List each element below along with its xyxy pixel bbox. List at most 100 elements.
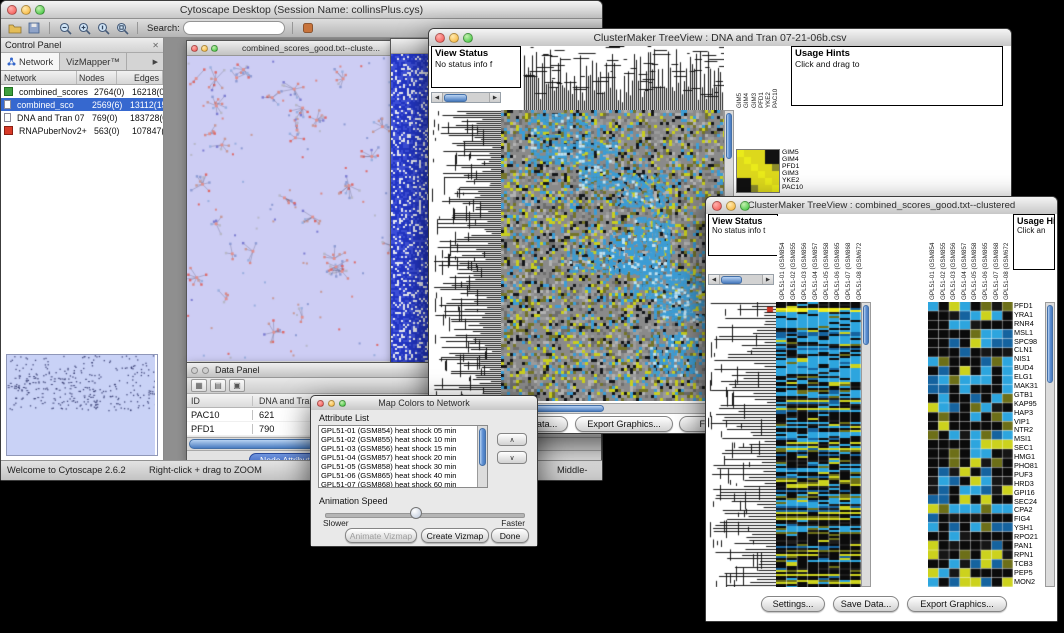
close-icon[interactable]	[317, 400, 324, 407]
heatmap-canvas[interactable]	[776, 302, 861, 587]
save-icon[interactable]	[26, 21, 42, 36]
tab-vizmapper[interactable]: VizMapper™	[60, 53, 127, 70]
attribute-item[interactable]: GPL51-05 (GSM858) heat shock 30 min	[319, 462, 487, 471]
move-up-button[interactable]: ∧	[497, 433, 527, 446]
attribute-list[interactable]: GPL51-01 (GSM854) heat shock 05 minGPL51…	[318, 425, 488, 488]
minimize-icon[interactable]	[21, 5, 31, 15]
zoom-scrollbar[interactable]: ◀ ▶	[431, 92, 501, 103]
search-label: Search:	[147, 23, 180, 34]
attribute-item[interactable]: GPL51-06 (GSM865) heat shock 40 min	[319, 471, 487, 480]
attribute-list-scrollbar[interactable]	[477, 426, 487, 487]
treeview-combined-titlebar[interactable]: ClusterMaker TreeView : combined_scores_…	[706, 197, 1057, 215]
attribute-item[interactable]: GPL51-04 (GSM857) heat shock 20 min	[319, 453, 487, 462]
search-input[interactable]	[183, 21, 285, 35]
minimize-icon[interactable]	[726, 201, 736, 211]
window-controls	[1, 5, 45, 15]
row-dendrogram-canvas[interactable]	[431, 110, 501, 401]
tab-network[interactable]: Network	[1, 53, 60, 70]
dock-icon[interactable]	[202, 367, 209, 374]
maximize-icon[interactable]	[740, 201, 750, 211]
scrollbar-thumb[interactable]	[863, 305, 869, 345]
move-down-button[interactable]: ∨	[497, 451, 527, 464]
scroll-right-icon[interactable]: ▶	[490, 95, 500, 101]
close-icon[interactable]: ✕	[152, 41, 159, 50]
attribute-item[interactable]: GPL51-01 (GSM854) heat shock 05 min	[319, 426, 487, 435]
treeview-button[interactable]: Settings...	[761, 596, 825, 612]
column-label: GPL51-06 (GSM865	[832, 216, 843, 300]
row-dendrogram-canvas[interactable]	[708, 302, 776, 587]
dialog-button[interactable]: Create Vizmap	[421, 528, 489, 543]
zoom-in-icon[interactable]	[76, 21, 92, 36]
scrollbar-thumb[interactable]	[1047, 305, 1053, 383]
scrollbar-thumb[interactable]	[444, 94, 467, 102]
table-icon[interactable]: ▦	[191, 379, 207, 392]
minimize-icon[interactable]	[328, 400, 335, 407]
minimize-icon[interactable]	[201, 45, 208, 52]
minimize-icon[interactable]	[449, 33, 459, 43]
column-label: GPL51-02 (GSM855	[939, 216, 950, 300]
column-label: GPL51-08 (GSM672	[854, 216, 865, 300]
scroll-left-icon[interactable]: ◀	[432, 95, 442, 101]
close-icon[interactable]	[435, 33, 445, 43]
dialog-titlebar[interactable]: Map Colors to Network	[311, 396, 537, 411]
zoom-out-icon[interactable]	[57, 21, 73, 36]
grid-icon[interactable]: ▤	[210, 379, 226, 392]
treeview-button[interactable]: Export Graphics...	[907, 596, 1007, 612]
zoom-actual-icon[interactable]	[95, 21, 111, 36]
close-icon[interactable]	[7, 5, 17, 15]
network-row[interactable]: combined_scores 2764(0) 16218(0)	[1, 85, 163, 98]
heatmap-vscrollbar[interactable]	[861, 302, 871, 587]
scroll-track[interactable]	[719, 275, 763, 284]
gene-label: PFD1	[782, 163, 816, 170]
column-dendrogram-canvas[interactable]	[523, 46, 724, 110]
view-status-panel: View Status No status info t	[708, 214, 778, 256]
column-label: GPL51-04 (GSM857	[960, 216, 971, 300]
treeview-button[interactable]: Export Graphics...	[575, 416, 673, 432]
attribute-item[interactable]: GPL51-07 (GSM868) heat shock 60 min	[319, 480, 487, 488]
gene-list-vscrollbar[interactable]	[1045, 302, 1055, 587]
network-row[interactable]: RNAPuberNov2+ 563(0) 107847(0)	[1, 124, 163, 137]
network-row[interactable]: combined_sco 2569(6) 13112(15)	[1, 98, 163, 111]
zoom-heatmap-canvas[interactable]	[736, 149, 780, 193]
speed-slider-thumb[interactable]	[410, 507, 422, 519]
close-icon[interactable]	[712, 201, 722, 211]
toolbar-separator	[49, 22, 50, 34]
float-icon[interactable]	[191, 367, 198, 374]
treeview-dna-titlebar[interactable]: ClusterMaker TreeView : DNA and Tran 07-…	[429, 29, 1011, 47]
network-row[interactable]: DNA and Tran 07 769(0) 183728(0)	[1, 111, 163, 124]
treeview-button[interactable]: Save Data...	[833, 596, 899, 612]
zoom-fit-icon[interactable]	[114, 21, 130, 36]
scrollbar-thumb[interactable]	[479, 428, 486, 466]
scroll-left-icon[interactable]: ◀	[709, 277, 719, 283]
maximize-icon[interactable]	[339, 400, 346, 407]
main-titlebar[interactable]: Cytoscape Desktop (Session Name: collins…	[1, 1, 602, 19]
scrollbar-thumb[interactable]	[721, 276, 742, 284]
scrollbar-thumb[interactable]	[726, 113, 732, 159]
tab-overflow-icon[interactable]: ▶	[148, 53, 163, 70]
column-label: GPL51-03 (GSM856	[949, 216, 960, 300]
speed-slider-track[interactable]	[325, 513, 525, 518]
scroll-track[interactable]	[442, 93, 490, 102]
maximize-icon[interactable]	[35, 5, 45, 15]
zoom-heatmap-canvas[interactable]	[928, 302, 1013, 587]
close-icon[interactable]	[191, 45, 198, 52]
zoom-scrollbar[interactable]: ◀ ▶	[708, 274, 774, 285]
maximize-icon[interactable]	[463, 33, 473, 43]
attribute-item[interactable]: GPL51-02 (GSM855) heat shock 10 min	[319, 435, 487, 444]
scroll-right-icon[interactable]: ▶	[763, 277, 773, 283]
chart-icon[interactable]: ▣	[229, 379, 245, 392]
network-overview-canvas[interactable]	[7, 355, 155, 455]
dialog-button[interactable]: Animate Vizmap	[345, 528, 417, 543]
network-overview[interactable]	[6, 354, 158, 456]
zoom-column-labels: GIM5GIM4GIM3PFD1YKE2PAC10	[736, 48, 782, 108]
dialog-button[interactable]: Done	[491, 528, 529, 543]
network-doc-icon	[4, 113, 11, 122]
network-table-header: Network Nodes Edges	[1, 71, 163, 85]
gene-label: MON2	[1014, 578, 1044, 587]
maximize-icon[interactable]	[211, 45, 218, 52]
annotation-icon[interactable]	[300, 21, 316, 36]
column-label: GPL51-04 (GSM857	[810, 216, 821, 300]
attribute-item[interactable]: GPL51-03 (GSM856) heat shock 15 min	[319, 444, 487, 453]
heatmap-canvas[interactable]	[501, 110, 724, 401]
open-folder-icon[interactable]	[7, 21, 23, 36]
